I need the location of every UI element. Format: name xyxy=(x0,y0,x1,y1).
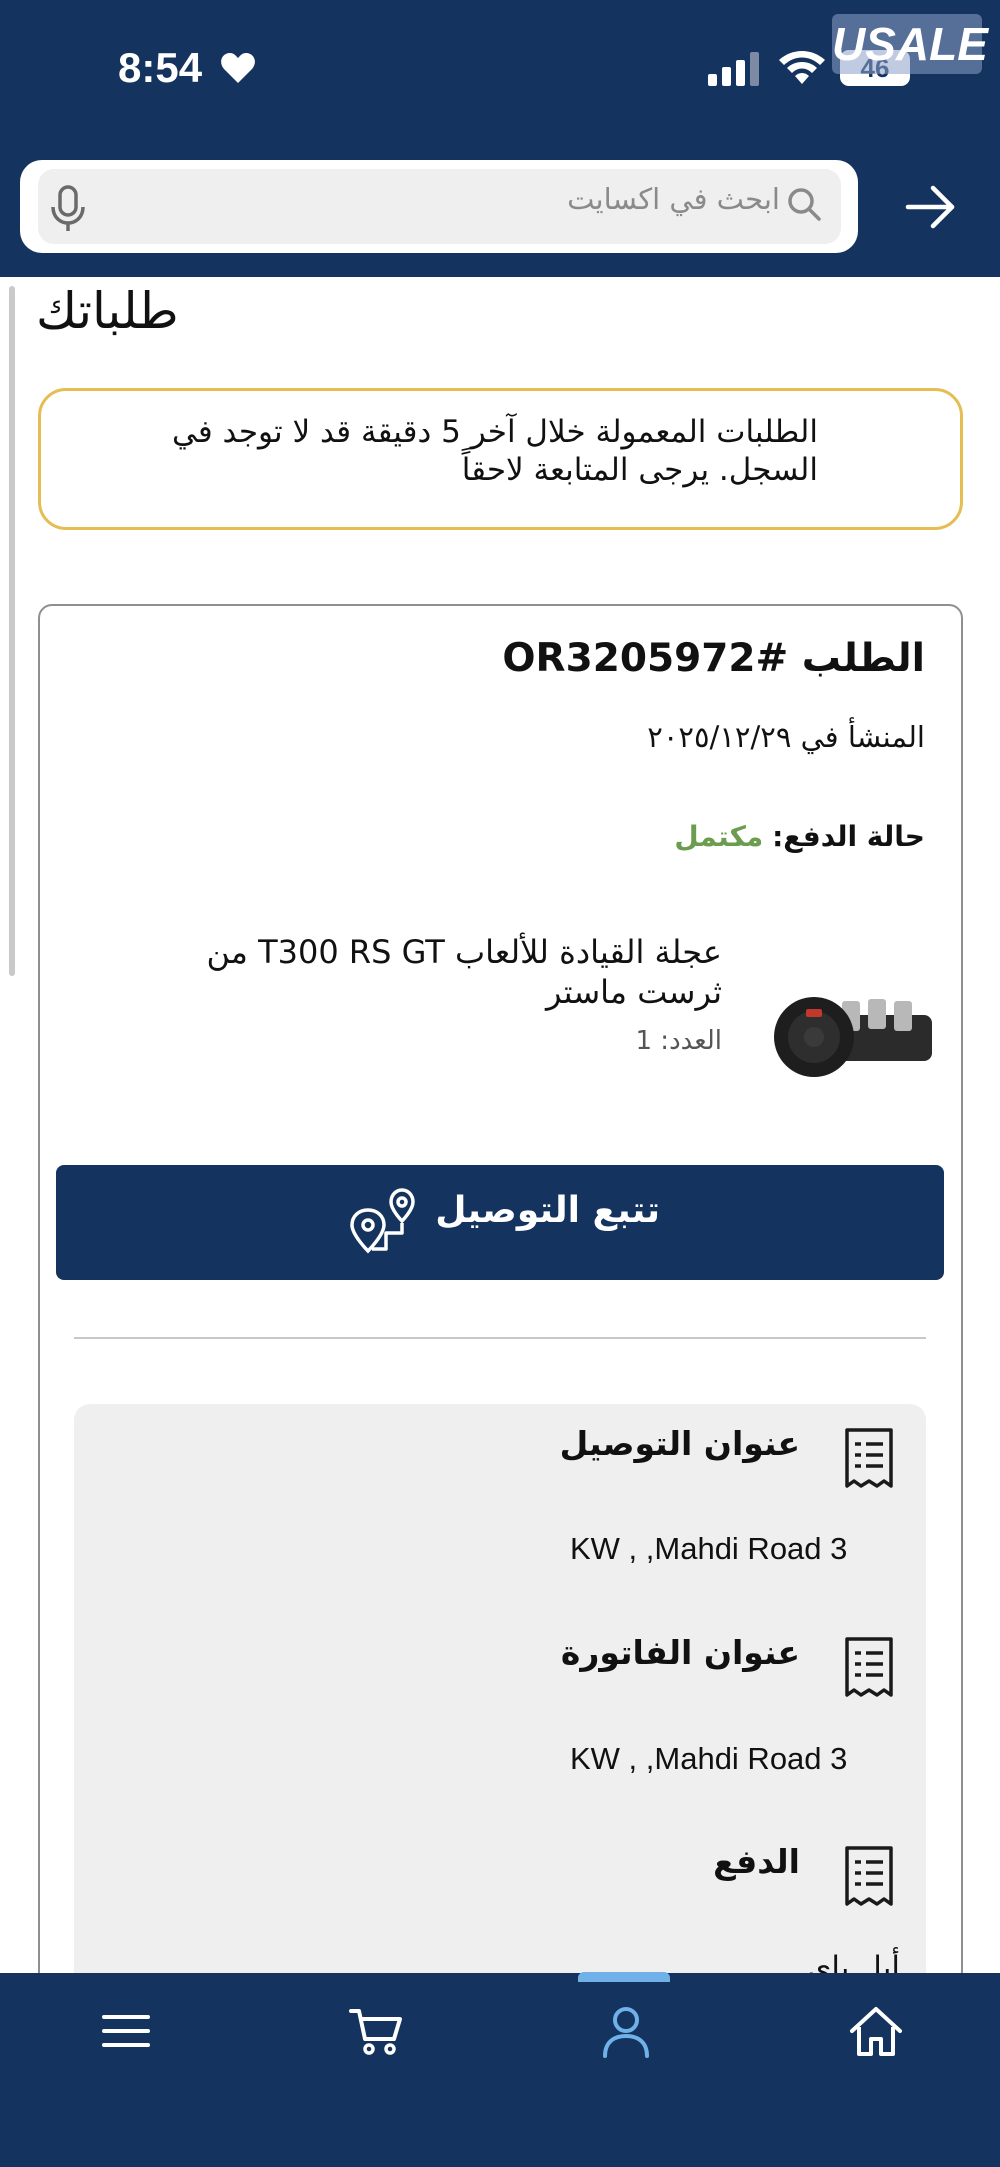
billing-address-title: عنوان الفاتورة xyxy=(560,1633,800,1672)
shipping-address-title: عنوان التوصيل xyxy=(559,1424,800,1463)
cart-icon[interactable] xyxy=(348,2003,404,2059)
payment-status-value: مكتمل xyxy=(674,820,764,853)
wifi-icon xyxy=(779,51,825,84)
shipping-address-value: KW , ,Mahdi Road 3 xyxy=(570,1531,848,1566)
receipt-icon xyxy=(845,1428,893,1488)
home-icon[interactable] xyxy=(848,2003,904,2059)
status-bar: 8:54 46 USALE xyxy=(0,0,1000,135)
signal-icon xyxy=(708,52,759,86)
receipt-icon xyxy=(845,1846,893,1906)
status-time: 8:54 xyxy=(118,44,203,91)
menu-icon[interactable] xyxy=(98,2003,154,2059)
notice-text: الطلبات المعمولة خلال آخر 5 دقيقة قد لا … xyxy=(172,414,818,488)
heart-icon xyxy=(221,53,255,83)
product-image[interactable] xyxy=(768,985,934,1085)
forward-arrow-icon[interactable] xyxy=(905,183,957,231)
microphone-icon[interactable] xyxy=(50,185,86,233)
payment-status: حالة الدفع: مكتمل xyxy=(560,820,925,864)
nav-active-indicator xyxy=(578,1972,670,1982)
receipt-icon xyxy=(845,1637,893,1697)
track-delivery-label: تتبع التوصيل xyxy=(435,1190,660,1231)
route-pin-icon xyxy=(350,1188,415,1254)
address-panel xyxy=(74,1404,926,2004)
product-name[interactable]: عجلة القيادة للألعاب T300 RS GT من ثرست … xyxy=(150,932,722,1016)
watermark-logo: USALE xyxy=(832,14,988,74)
scrollbar[interactable] xyxy=(9,286,15,976)
billing-address-value: KW , ,Mahdi Road 3 xyxy=(570,1741,848,1776)
page-title: طلباتك xyxy=(36,282,179,340)
payment-method-title: الدفع xyxy=(713,1842,800,1881)
section-divider xyxy=(74,1337,926,1339)
payment-status-label: حالة الدفع: xyxy=(772,820,925,853)
account-icon[interactable] xyxy=(598,2003,654,2059)
search-icon xyxy=(788,188,821,221)
order-number: الطلب #OR3205972 xyxy=(502,636,925,681)
search-placeholder: ابحث في اكسايت xyxy=(567,182,780,216)
order-created-date: المنشأ في ٢٠٢٥/١٢/٢٩ xyxy=(647,720,925,754)
product-quantity: العدد: 1 xyxy=(635,1026,723,1056)
